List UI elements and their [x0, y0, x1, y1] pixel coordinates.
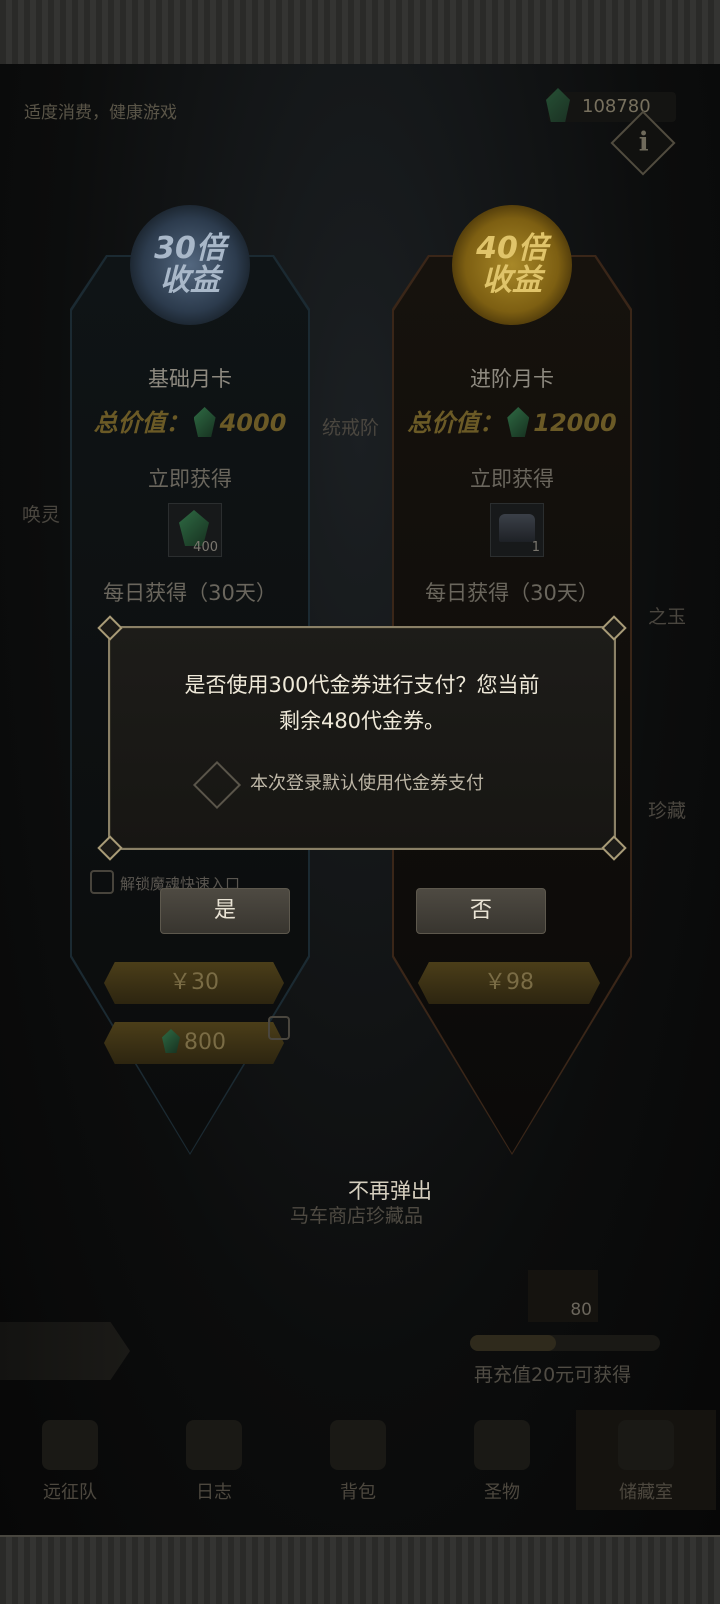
- yes-button[interactable]: 是: [160, 888, 290, 934]
- scroll-icon: [186, 1420, 242, 1470]
- default-voucher-checkbox[interactable]: [192, 760, 242, 810]
- gem-icon: [546, 88, 570, 122]
- dialog-message-line1: 是否使用300代金券进行支付？您当前: [184, 673, 540, 697]
- nav-label: 背包: [340, 1482, 376, 1503]
- nav-journal[interactable]: 日志: [144, 1410, 284, 1510]
- instant-label: 立即获得: [148, 467, 232, 491]
- horned-helmet-icon: [42, 1420, 98, 1470]
- total-amount: 12000: [533, 409, 617, 437]
- item-count: 1: [531, 540, 540, 555]
- chest-icon: [499, 514, 535, 542]
- nav-relic[interactable]: 圣物: [432, 1410, 572, 1510]
- total-value: 总价值： 4000: [70, 403, 310, 438]
- info-icon: i: [638, 127, 649, 158]
- instant-label: 立即获得: [470, 467, 554, 491]
- badge-sub: 收益: [160, 263, 220, 298]
- daily-label: 每日获得（30天）: [425, 581, 599, 605]
- back-arrow-button[interactable]: [0, 1322, 130, 1380]
- badge-multiplier: 30倍: [154, 231, 226, 266]
- total-label: 总价值：: [93, 409, 190, 437]
- side-label-right-1: 之玉: [648, 606, 687, 628]
- progress-fill: [470, 1335, 556, 1351]
- bag-icon: [330, 1420, 386, 1470]
- badge-multiplier: 40倍: [476, 231, 548, 266]
- side-label-right-2: 珍藏: [648, 800, 687, 822]
- total-label: 总价值：: [407, 409, 504, 437]
- payment-confirm-dialog: 是否使用300代金券进行支付？您当前 剩余480代金券。 本次登录默认使用代金券…: [97, 615, 627, 861]
- instant-item[interactable]: 400: [168, 503, 222, 557]
- no-button[interactable]: 否: [416, 888, 546, 934]
- card-title: 基础月卡: [148, 367, 232, 391]
- nav-storage[interactable]: 储藏室: [576, 1410, 716, 1510]
- nav-label: 日志: [196, 1482, 232, 1503]
- bottom-frame: [0, 1535, 720, 1604]
- lock-icon: [268, 1016, 290, 1040]
- total-value: 总价值： 12000: [392, 403, 632, 438]
- checkbox-label: 本次登录默认使用代金券支付: [250, 773, 484, 794]
- nav-label: 远征队: [43, 1482, 97, 1503]
- nav-bag[interactable]: 背包: [288, 1410, 428, 1510]
- item-count: 400: [193, 540, 218, 555]
- reward-item[interactable]: 80: [528, 1270, 598, 1322]
- daily-label: 每日获得（30天）: [103, 581, 277, 605]
- nav-expedition[interactable]: 远征队: [0, 1410, 140, 1510]
- reward-count: 80: [570, 1300, 592, 1320]
- currency-display: 108780: [546, 88, 676, 122]
- nav-label: 储藏室: [619, 1482, 673, 1503]
- badge-sub: 收益: [482, 263, 542, 298]
- total-amount: 4000: [219, 409, 287, 437]
- gem-icon: [507, 407, 530, 437]
- recharge-text: 再充值20元可获得: [474, 1364, 632, 1386]
- top-frame: [0, 0, 720, 66]
- portal-icon: [90, 870, 114, 894]
- recharge-progress: [470, 1335, 660, 1351]
- storage-icon: [618, 1420, 674, 1470]
- health-notice: 适度消费，健康游戏: [24, 103, 177, 123]
- buy-basic-button[interactable]: ￥30: [104, 962, 284, 1004]
- multiplier-badge: 40倍 收益: [452, 205, 572, 325]
- side-label-left: 唤灵: [22, 504, 61, 526]
- center-faded-label: 统戒阶: [322, 417, 380, 439]
- shop-label: 马车商店珍藏品: [290, 1205, 424, 1227]
- nav-label: 圣物: [484, 1482, 520, 1503]
- gem-icon: [162, 1029, 180, 1053]
- gem-price: 800: [184, 1030, 226, 1055]
- multiplier-badge: 30倍 收益: [130, 205, 250, 325]
- gem-icon: [193, 407, 216, 437]
- card-title: 进阶月卡: [470, 367, 554, 391]
- buy-advanced-button[interactable]: ￥98: [418, 962, 600, 1004]
- buy-basic-gem-button[interactable]: 800: [104, 1022, 284, 1064]
- instant-item[interactable]: 1: [490, 503, 544, 557]
- relic-icon: [474, 1420, 530, 1470]
- dialog-message-line2: 剩余480代金券。: [278, 709, 446, 733]
